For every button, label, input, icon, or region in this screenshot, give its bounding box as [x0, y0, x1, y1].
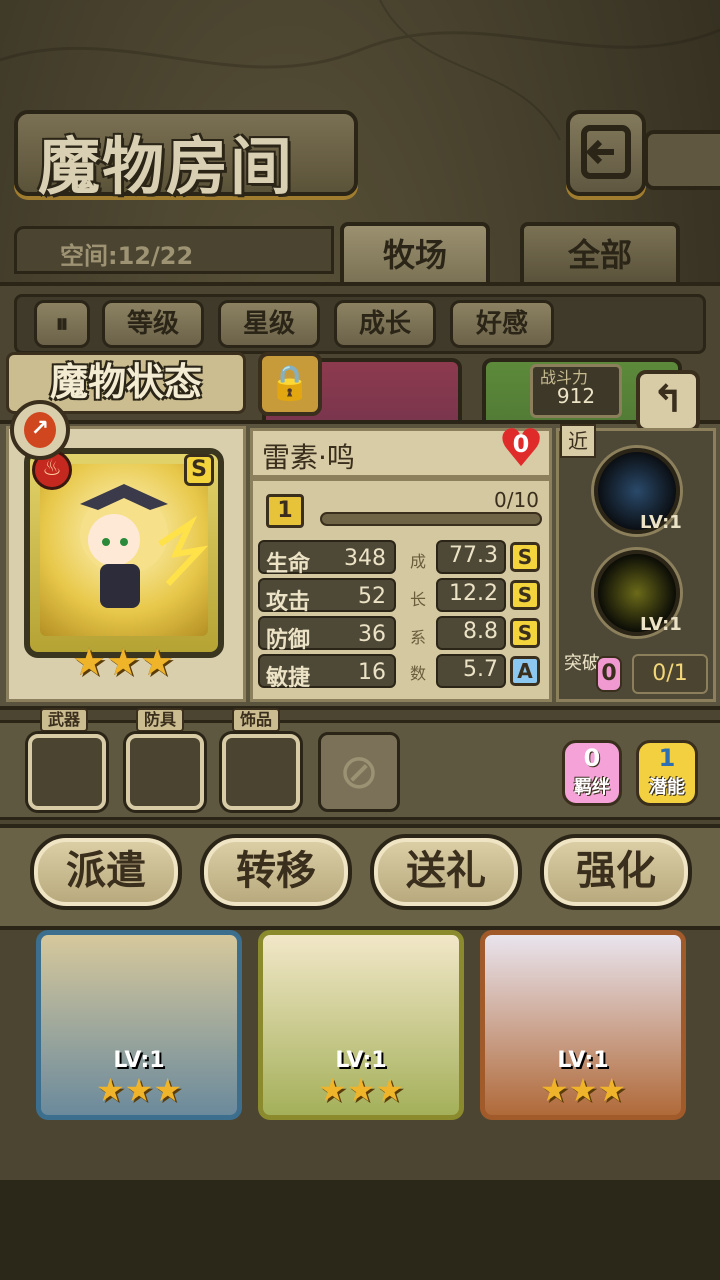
stat-label: 防御 — [266, 628, 311, 653]
growth-defense: 8.8 — [436, 616, 506, 650]
growth-label-char: 长 — [409, 590, 426, 609]
armor-label: 防具 — [136, 708, 185, 732]
filter-star[interactable]: 星级 — [218, 300, 320, 348]
potential-value: 1 — [658, 744, 676, 772]
growth-label-char: 系 — [409, 628, 426, 647]
bond-button[interactable]: 0 羁绊 — [562, 740, 622, 806]
monster-level: LV:1 — [113, 1048, 165, 1073]
enhance-button[interactable]: 强化 — [540, 834, 692, 910]
bottom-strip — [0, 1180, 720, 1280]
exit-icon — [581, 125, 631, 179]
filter-growth[interactable]: 成长 — [334, 300, 436, 348]
monster-stars: ★★★ — [539, 1071, 627, 1109]
bond-value: 0 — [583, 744, 601, 772]
accessory-slot[interactable] — [222, 734, 300, 810]
star-rating: ★★★ — [72, 640, 174, 684]
growth-label-char: 数 — [409, 664, 426, 683]
monster-card[interactable]: LV:1 ★★★ — [36, 930, 242, 1120]
armor-slot[interactable] — [126, 734, 204, 810]
stars: ★★★ — [72, 640, 175, 684]
stat-value: 16 — [358, 660, 386, 685]
lock-button[interactable]: 🔒 — [258, 352, 322, 416]
potential-button[interactable]: 1 潜能 — [636, 740, 698, 806]
space-counter: 空间:12/22 — [60, 242, 194, 270]
breakthrough-value: 0/1 — [632, 654, 708, 694]
bond-label: 羁绊 — [574, 777, 610, 798]
exp-value: 0/10 — [494, 488, 539, 512]
growth-agility: 5.7 — [436, 654, 506, 688]
stat-attack: 攻击 52 — [258, 578, 396, 615]
sort-toggle-icon: ⏸ — [55, 309, 69, 339]
dispatch-button[interactable]: 派遣 — [30, 834, 182, 910]
stat-value: 348 — [344, 546, 386, 571]
grade-defense: S — [510, 618, 540, 648]
prohibited-icon: ⊘ — [338, 744, 380, 800]
weapon-label: 武器 — [40, 708, 89, 732]
monster-figure — [80, 484, 209, 608]
growth-hp: 77.3 — [436, 540, 506, 574]
stat-hp: 生命 348 — [258, 540, 396, 577]
skill-level: LV:1 — [640, 512, 682, 533]
affection-value: 0 — [512, 430, 530, 458]
grade-agility: A — [510, 656, 540, 686]
growth-attack: 12.2 — [436, 578, 506, 612]
stat-label: 攻击 — [266, 590, 311, 615]
stat-value: 36 — [358, 622, 386, 647]
transfer-button[interactable]: 转移 — [200, 834, 352, 910]
monster-stars: ★★★ — [95, 1071, 183, 1109]
monster-level: LV:1 — [335, 1048, 387, 1073]
monster-artwork — [40, 464, 209, 636]
rank-badge: S — [184, 454, 214, 486]
monster-level: LV:1 — [557, 1048, 609, 1073]
breakthrough-label: 突破 — [564, 653, 600, 674]
monster-card[interactable]: LV:1 ★★★ — [258, 930, 464, 1120]
skill-level: LV:1 — [640, 614, 682, 635]
breakthrough-badge: 0 — [596, 656, 622, 692]
stat-label: 敏捷 — [266, 666, 311, 691]
stat-defense: 防御 36 — [258, 616, 396, 653]
filter-affection[interactable]: 好感 — [450, 300, 554, 348]
level-badge: 1 — [266, 494, 304, 528]
sort-order-button[interactable]: ⏸ — [34, 300, 90, 348]
power-value: 912 — [556, 384, 596, 408]
exit-button-tail — [644, 130, 720, 190]
accessory-label: 饰品 — [232, 708, 281, 732]
grade-attack: S — [510, 580, 540, 610]
class-icon: ↗ — [24, 412, 56, 448]
exit-button[interactable] — [566, 110, 646, 196]
stat-agility: 敏捷 16 — [258, 654, 396, 691]
stat-value: 52 — [358, 584, 386, 609]
potential-label: 潜能 — [649, 777, 685, 798]
monster-card[interactable]: LV:1 ★★★ — [480, 930, 686, 1120]
disabled-slot: ⊘ — [318, 732, 400, 812]
stat-label: 生命 — [266, 552, 311, 577]
exp-bar — [320, 512, 542, 526]
tab-ranch[interactable]: 牧场 — [340, 222, 490, 286]
gift-button[interactable]: 送礼 — [370, 834, 522, 910]
growth-label-char: 成 — [409, 552, 426, 571]
grade-hp: S — [510, 542, 540, 572]
weapon-slot[interactable] — [28, 734, 106, 810]
class-badge: ↗ — [10, 400, 70, 460]
range-badge: 近 — [560, 424, 596, 458]
monster-name: 雷素·鸣 — [262, 441, 355, 474]
page-title: 魔物房间 — [38, 130, 295, 203]
monster-stars: ★★★ — [317, 1071, 405, 1109]
tab-all[interactable]: 全部 — [520, 222, 680, 286]
return-arrow-icon: ↰ — [652, 377, 684, 421]
close-status-button[interactable]: ↰ — [636, 370, 700, 432]
lock-icon: 🔒 — [268, 363, 312, 403]
filter-level[interactable]: 等级 — [102, 300, 204, 348]
